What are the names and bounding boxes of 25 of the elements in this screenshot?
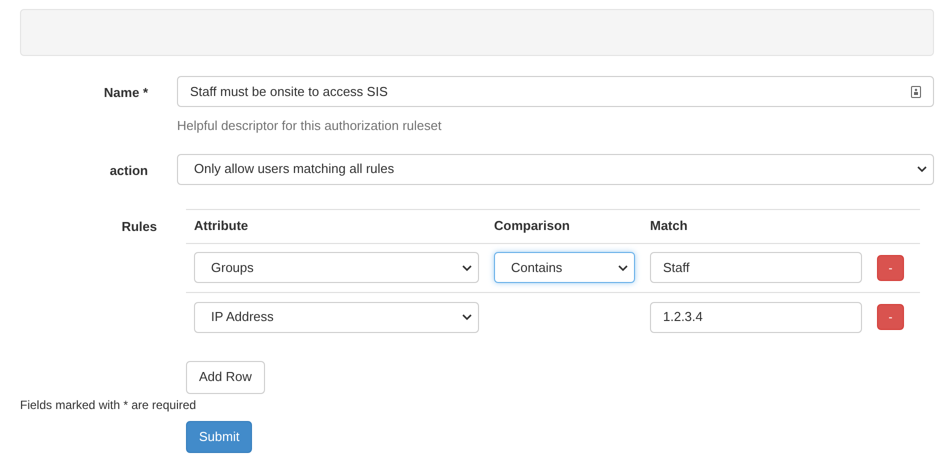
submit-button[interactable]: Submit bbox=[186, 421, 252, 453]
add-row-button[interactable]: Add Row bbox=[186, 360, 265, 394]
chevron-down-icon bbox=[917, 166, 927, 172]
remove-row-button[interactable]: - bbox=[877, 304, 904, 330]
attribute-select[interactable]: IP Address bbox=[194, 302, 479, 332]
match-input[interactable]: 1.2.3.4 bbox=[650, 302, 862, 332]
contact-card-icon bbox=[911, 86, 921, 98]
chevron-down-icon bbox=[462, 314, 472, 320]
required-note: Fields marked with * are required bbox=[20, 398, 196, 412]
column-header: Attribute bbox=[194, 217, 250, 236]
name-input[interactable]: Staff must be onsite to access SIS bbox=[177, 76, 934, 107]
chevron-down-icon bbox=[462, 264, 472, 270]
attribute-select[interactable]: Groups bbox=[194, 252, 479, 283]
column-header: Comparison bbox=[494, 217, 571, 236]
field-label: Rules bbox=[122, 218, 157, 234]
input-value: Staff must be onsite to access SIS bbox=[190, 82, 388, 101]
column-header: Match bbox=[650, 217, 688, 236]
field-label: Name * bbox=[104, 85, 148, 100]
action-select[interactable]: Only allow users matching all rules bbox=[177, 154, 934, 184]
remove-row-button[interactable]: - bbox=[877, 254, 904, 280]
match-input[interactable]: Staff bbox=[650, 252, 862, 283]
chevron-down-icon bbox=[618, 264, 628, 270]
help-text: Helpful descriptor for this authorization ruleset bbox=[177, 117, 442, 135]
field-label: action bbox=[110, 162, 148, 178]
comparison-select[interactable]: Contains bbox=[494, 252, 635, 283]
